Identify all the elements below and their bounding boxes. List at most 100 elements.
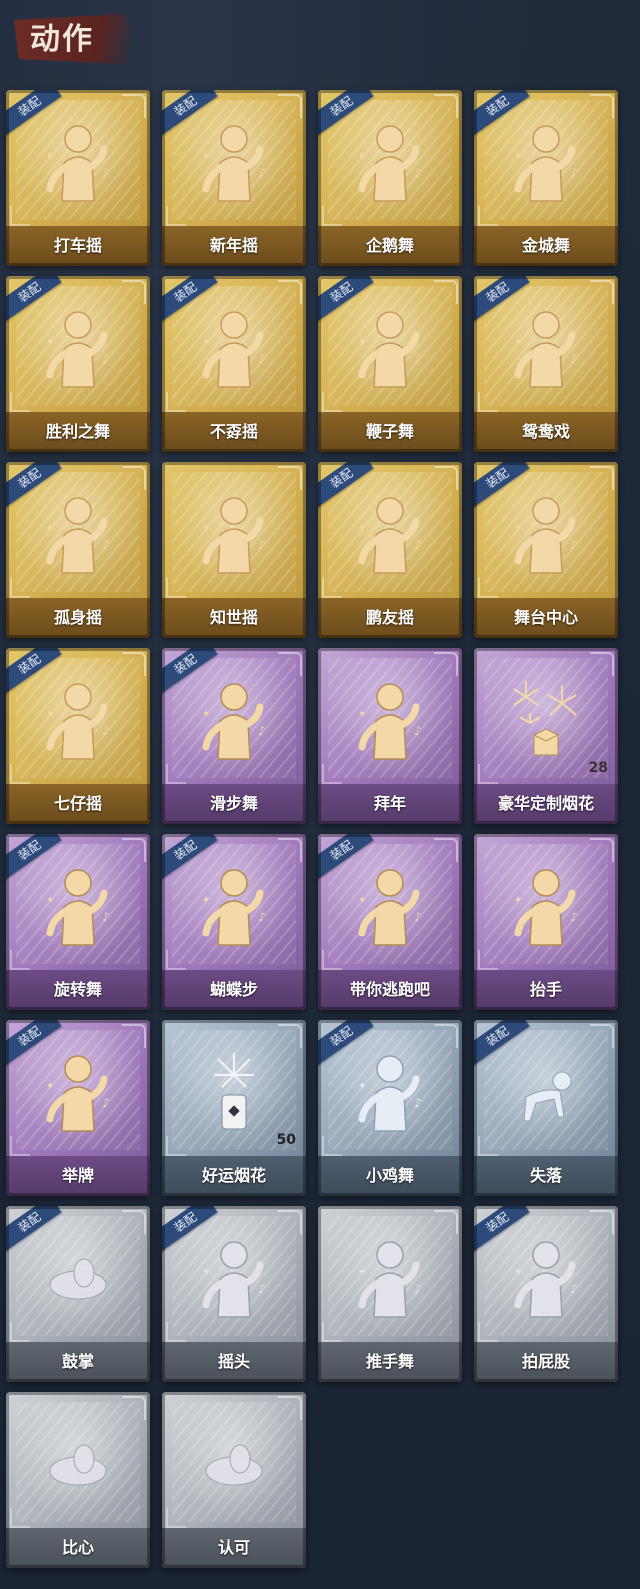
svg-text:♪: ♪	[102, 724, 110, 738]
emote-name: 滑步舞	[209, 794, 258, 813]
emote-name: 蝴蝶步	[209, 980, 258, 999]
emote-card[interactable]: ♪ ✦ 抬手	[474, 834, 618, 1010]
emote-name: 失落	[529, 1166, 562, 1185]
svg-text:✦: ✦	[202, 151, 210, 162]
emote-card[interactable]: ♪ ✦ 知世摇	[162, 462, 306, 638]
emote-card[interactable]: ♪ ✦ 不孬摇 装配	[162, 276, 306, 452]
emote-card[interactable]: ♪ ✦ 舞台中心 装配	[474, 462, 618, 638]
emote-card[interactable]: ♪ ✦ 打车摇 装配	[6, 90, 150, 266]
card-ornament	[122, 1210, 146, 1234]
emote-card[interactable]: ♪ ✦ 新年摇 装配	[162, 90, 306, 266]
thumbs-up-icon	[194, 1419, 274, 1509]
sign-figure-icon: ♪ ✦	[38, 1047, 118, 1137]
slap-figure-icon: ♪ ✦	[506, 1233, 586, 1323]
emote-card[interactable]: ♪ ✦ 鹏友摇 装配	[318, 462, 462, 638]
svg-text:✦: ✦	[46, 709, 54, 720]
emote-card[interactable]: ♪ ✦ 拜年	[318, 648, 462, 824]
dance-figure-icon: ♪ ✦	[194, 303, 274, 393]
emote-name: 舞台中心	[513, 608, 578, 627]
emote-card[interactable]: 50 好运烟花	[162, 1020, 306, 1196]
card-ornament	[322, 206, 342, 226]
svg-text:✦: ✦	[202, 709, 210, 720]
card-ornament	[166, 1508, 186, 1528]
card-ornament	[166, 578, 186, 598]
emote-card[interactable]: 失落 装配	[474, 1020, 618, 1196]
card-ornament	[10, 206, 30, 226]
item-count: 28	[588, 760, 608, 776]
emote-card[interactable]: 鼓掌 装配	[6, 1206, 150, 1382]
emote-card[interactable]: ♪ ✦ 举牌 装配	[6, 1020, 150, 1196]
card-ornament	[322, 1322, 342, 1342]
card-ornament	[278, 652, 302, 676]
emote-card[interactable]: ♪ ✦ 带你逃跑吧 装配	[318, 834, 462, 1010]
item-count: 50	[276, 1132, 296, 1148]
emote-card[interactable]: ♪ ✦ 七仔摇 装配	[6, 648, 150, 824]
push-figure-icon: ♪ ✦	[350, 1233, 430, 1323]
emote-card[interactable]: ♪ ✦ 胜利之舞 装配	[6, 276, 150, 452]
card-ornament	[590, 280, 614, 304]
card-ornament	[278, 466, 302, 490]
emote-card[interactable]: 比心	[6, 1392, 150, 1568]
svg-text:♪: ♪	[570, 910, 578, 924]
svg-text:♪: ♪	[258, 538, 266, 552]
svg-text:♪: ♪	[414, 352, 422, 366]
card-ornament	[122, 1024, 146, 1048]
emote-card[interactable]: ♪ ✦ 鸳鸯戏 装配	[474, 276, 618, 452]
emote-card[interactable]: ♪ ✦ 旋转舞 装配	[6, 834, 150, 1010]
emote-card[interactable]: 认可	[162, 1392, 306, 1568]
svg-text:✦: ✦	[46, 1081, 54, 1092]
card-ornament	[590, 94, 614, 118]
dance-figure-icon: ♪ ✦	[38, 303, 118, 393]
svg-text:♪: ♪	[258, 352, 266, 366]
svg-text:♪: ♪	[258, 910, 266, 924]
dance-figure-icon: ♪ ✦	[194, 117, 274, 207]
emote-name: 豪华定制烟花	[497, 794, 594, 813]
emote-card[interactable]: ♪ ✦ 摇头 装配	[162, 1206, 306, 1382]
emote-card[interactable]: 28 豪华定制烟花	[474, 648, 618, 824]
emote-card[interactable]: ♪ ✦ 拍屁股 装配	[474, 1206, 618, 1382]
card-ornament	[278, 1210, 302, 1234]
dance-figure-icon: ♪ ✦	[506, 117, 586, 207]
card-ornament	[590, 466, 614, 490]
card-ornament	[166, 392, 186, 412]
emote-name: 比心	[61, 1538, 94, 1557]
emote-card[interactable]: ♪ ✦ 企鹅舞 装配	[318, 90, 462, 266]
svg-text:✦: ✦	[514, 523, 522, 534]
emote-card[interactable]: ♪ ✦ 鞭子舞 装配	[318, 276, 462, 452]
card-ornament	[122, 94, 146, 118]
card-ornament	[590, 838, 614, 862]
svg-text:✦: ✦	[46, 151, 54, 162]
card-ornament	[590, 652, 614, 676]
dance-figure-icon: ♪ ✦	[350, 861, 430, 951]
emote-name: 拍屁股	[521, 1352, 570, 1371]
card-ornament	[478, 1136, 498, 1156]
card-ornament	[434, 1210, 458, 1234]
card-ornament	[322, 392, 342, 412]
card-ornament	[478, 392, 498, 412]
svg-text:✦: ✦	[358, 523, 366, 534]
svg-text:✦: ✦	[514, 895, 522, 906]
emote-card[interactable]: ♪ ✦ 金城舞 装配	[474, 90, 618, 266]
svg-text:✦: ✦	[358, 1267, 366, 1278]
emote-card[interactable]: ♪ ✦ 滑步舞 装配	[162, 648, 306, 824]
svg-text:✦: ✦	[46, 523, 54, 534]
svg-text:✦: ✦	[514, 151, 522, 162]
emote-name: 好运烟花	[201, 1166, 266, 1185]
dance-figure-icon: ♪ ✦	[194, 489, 274, 579]
card-ornament	[278, 1024, 302, 1048]
emote-card[interactable]: ♪ ✦ 推手舞	[318, 1206, 462, 1382]
svg-text:✦: ✦	[514, 1267, 522, 1278]
svg-text:♪: ♪	[414, 1096, 422, 1110]
card-ornament	[10, 764, 30, 784]
emote-card[interactable]: ♪ ✦ 蝴蝶步 装配	[162, 834, 306, 1010]
card-ornament	[122, 652, 146, 676]
emote-name: 带你逃跑吧	[349, 980, 430, 999]
emote-card[interactable]: ♪ ✦ 小鸡舞 装配	[318, 1020, 462, 1196]
emote-card[interactable]: ♪ ✦ 孤身摇 装配	[6, 462, 150, 638]
dance-figure-icon: ♪ ✦	[350, 303, 430, 393]
emote-name: 胜利之舞	[45, 422, 110, 441]
svg-text:✦: ✦	[358, 709, 366, 720]
emote-name: 企鹅舞	[365, 236, 414, 255]
card-ornament	[10, 1136, 30, 1156]
svg-text:♪: ♪	[258, 166, 266, 180]
